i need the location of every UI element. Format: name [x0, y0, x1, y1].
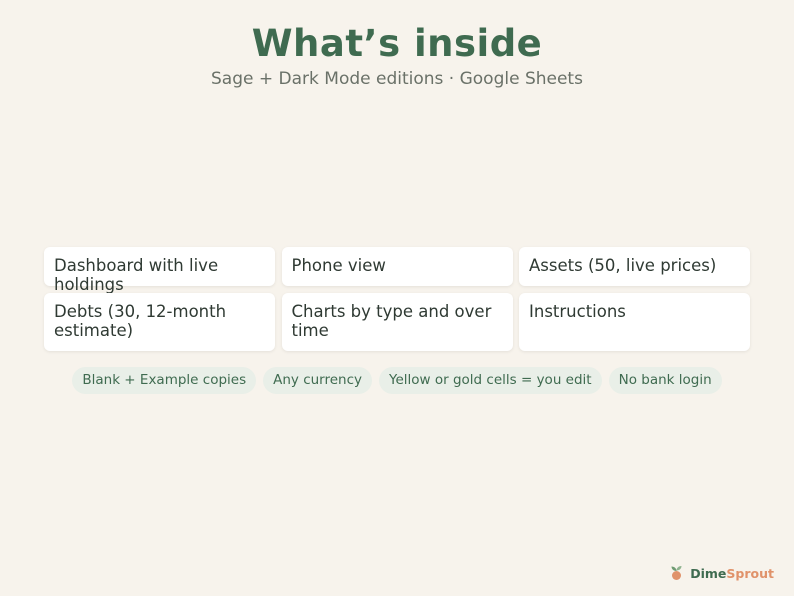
feature-card: Debts (30, 12-month estimate) — [44, 293, 275, 351]
page-subtitle: Sage + Dark Mode editions · Google Sheet… — [211, 69, 583, 89]
feature-chip: No bank login — [608, 367, 722, 394]
feature-card: Dashboard with live holdings — [44, 247, 275, 294]
brand-logo: DimeSprout — [670, 565, 774, 581]
feature-grid: Dashboard with live holdings Phone view … — [44, 247, 750, 351]
feature-chip: Blank + Example copies — [72, 367, 257, 394]
page-title: What’s inside — [251, 22, 543, 65]
brand-name-part1: Dime — [690, 565, 727, 581]
feature-card: Phone view — [281, 247, 513, 286]
sprout-icon — [670, 565, 683, 581]
brand-name-part2: Sprout — [726, 565, 774, 581]
feature-chips: Blank + Example copies Any currency Yell… — [0, 367, 794, 394]
feature-chip: Any currency — [263, 367, 373, 394]
brand-name: DimeSprout — [690, 566, 774, 581]
feature-chip: Yellow or gold cells = you edit — [379, 367, 602, 394]
feature-card: Assets (50, live prices) — [519, 247, 750, 286]
feature-card: Charts by type and over time — [281, 293, 513, 351]
feature-card: Instructions — [519, 293, 750, 351]
